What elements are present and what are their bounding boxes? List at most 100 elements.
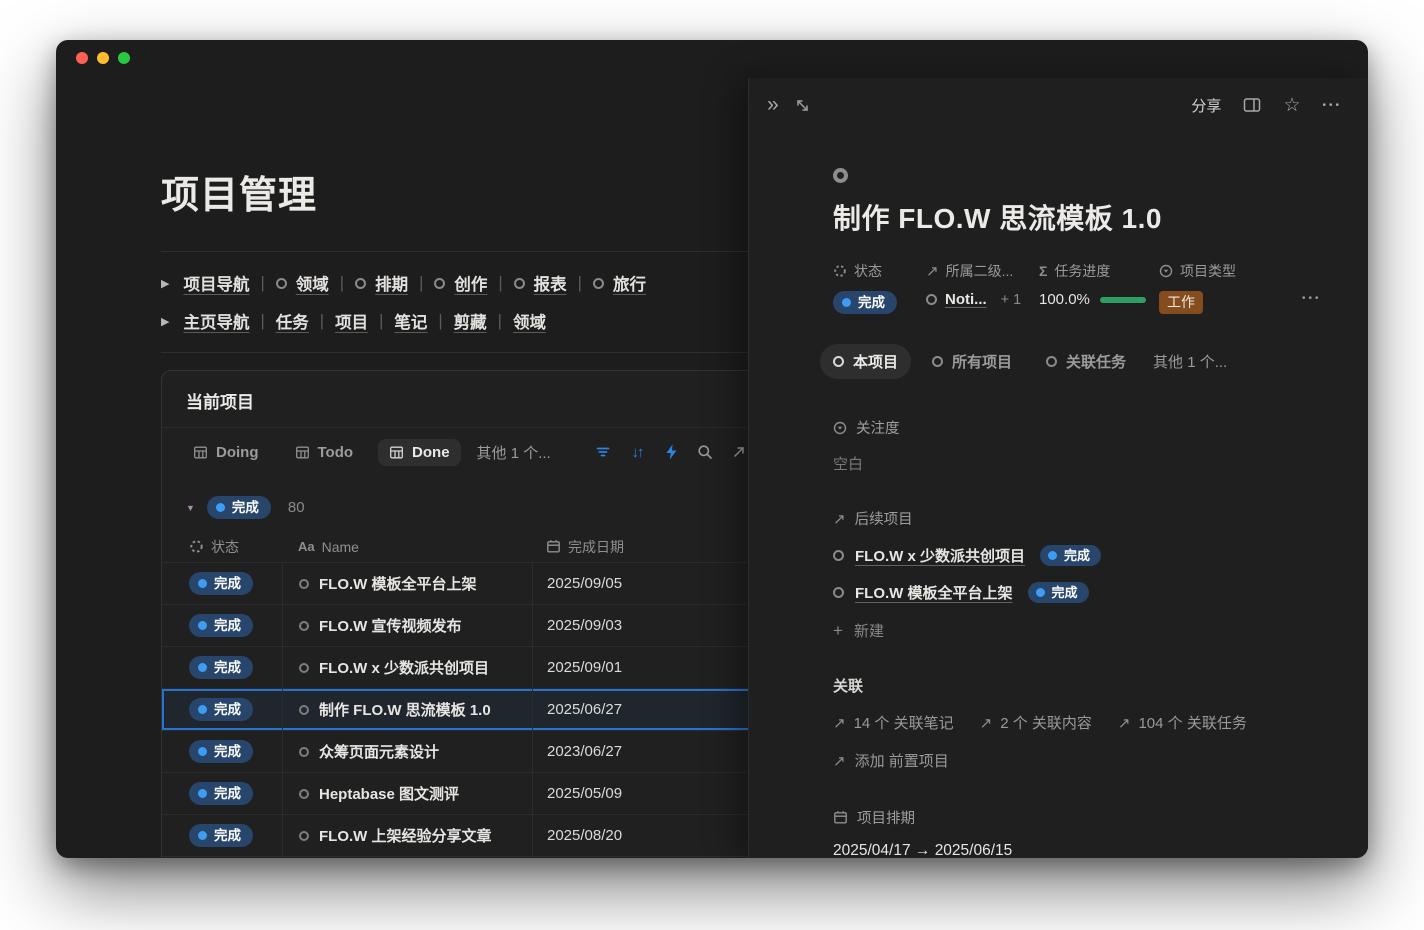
sort-icon[interactable]: ↓↑ — [628, 443, 646, 461]
table-row[interactable]: 完成 FLO.W 上架经验分享文章 2025/08/20 — [162, 815, 806, 857]
row-title[interactable]: FLO.W 模板全平台上架 — [319, 573, 477, 594]
column-header-status[interactable]: 状态 — [162, 537, 282, 557]
add-predecessor-button[interactable]: ↗ 添加 前置项目 — [833, 750, 1338, 771]
status-dot — [198, 579, 207, 588]
schedule-date-range[interactable]: 2025/04/17 → 2025/06/15 — [833, 842, 1338, 858]
table-row[interactable]: 完成 众筹页面元素设计 2023/06/27 — [162, 731, 806, 773]
status-dot — [198, 831, 207, 840]
column-header-name[interactable]: Aa Name — [282, 539, 532, 555]
table-row[interactable]: 完成 Heptabase 图文测评 2025/05/09 — [162, 773, 806, 815]
view-tab-doing[interactable]: Doing — [182, 439, 270, 466]
property-label: 任务进度 — [1054, 261, 1110, 281]
status-badge[interactable]: 完成 — [833, 291, 897, 314]
nav-link[interactable]: 创作 — [454, 271, 487, 295]
page-ring-icon — [833, 587, 844, 598]
favorite-star-icon[interactable]: ☆ — [1283, 94, 1300, 117]
peek-page-title[interactable]: 制作 FLO.W 思流模板 1.0 — [833, 197, 1338, 237]
nav-link[interactable]: 报表 — [534, 271, 567, 295]
related-notes-link[interactable]: ↗ 14 个 关联笔记 — [833, 712, 954, 733]
close-window-button[interactable] — [76, 52, 88, 64]
related-content-link[interactable]: ↗ 2 个 关联内容 — [980, 712, 1092, 733]
status-badge[interactable]: 完成 — [189, 740, 253, 763]
peek-tabs: 本项目 所有项目 关联任务 其他 1 个... — [820, 344, 1338, 379]
row-title[interactable]: FLO.W 上架经验分享文章 — [319, 825, 492, 846]
expand-database-icon[interactable] — [730, 443, 748, 461]
nav-link[interactable]: 领域 — [513, 309, 546, 333]
status-dot — [198, 789, 207, 798]
status-badge[interactable]: 完成 — [189, 824, 253, 847]
status-badge[interactable]: 完成 — [189, 656, 253, 679]
tab-all-projects[interactable]: 所有项目 — [919, 344, 1025, 379]
table-row-partial — [162, 857, 806, 858]
followup-item[interactable]: FLO.W x 少数派共创项目 完成 — [833, 545, 1338, 566]
side-peek-layout-icon[interactable] — [1243, 97, 1261, 113]
followup-item[interactable]: FLO.W 模板全平台上架 完成 — [833, 582, 1338, 603]
nav-link[interactable]: 笔记 — [394, 309, 427, 333]
nav-link-project-nav[interactable]: 项目导航 — [183, 271, 249, 295]
property-parent-relation[interactable]: ↗ 所属二级... Noti... + 1 — [926, 261, 1039, 308]
zoom-window-button[interactable] — [118, 52, 130, 64]
toggle-triangle-icon[interactable]: ▶ — [161, 277, 169, 290]
table-row[interactable]: 完成 FLO.W 宣传视频发布 2025/09/03 — [162, 605, 806, 647]
app-window: 项目管理 ▶ 项目导航 | 领域 | 排期 | 创作 | 报表 | 旅行 ▶ 主… — [56, 40, 1368, 858]
search-icon[interactable] — [696, 443, 714, 461]
followup-page-link[interactable]: FLO.W x 少数派共创项目 — [855, 545, 1025, 566]
more-options-icon[interactable]: ••• — [1322, 100, 1342, 111]
row-title[interactable]: 制作 FLO.W 思流模板 1.0 — [319, 699, 491, 720]
row-title[interactable]: 众筹页面元素设计 — [319, 741, 439, 762]
more-views-button[interactable]: 其他 1 个... — [477, 442, 551, 463]
nav-link-home-nav[interactable]: 主页导航 — [183, 309, 249, 333]
nav-link[interactable]: 排期 — [375, 271, 408, 295]
share-button[interactable]: 分享 — [1191, 95, 1221, 116]
automation-lightning-icon[interactable] — [662, 443, 680, 461]
page-ring-icon — [434, 278, 445, 289]
minimize-window-button[interactable] — [97, 52, 109, 64]
nav-link[interactable]: 领域 — [296, 271, 329, 295]
expand-page-icon[interactable] — [795, 98, 810, 113]
toggle-triangle-icon[interactable]: ▶ — [161, 315, 169, 328]
relation-page-link[interactable]: Noti... — [945, 291, 987, 308]
view-tab-todo[interactable]: Todo — [284, 439, 365, 466]
status-label: 完成 — [214, 701, 241, 718]
nav-link[interactable]: 旅行 — [613, 271, 646, 295]
schedule-label-row[interactable]: 项目排期 — [833, 807, 1338, 828]
status-dot — [1048, 551, 1057, 560]
type-tag[interactable]: 工作 — [1159, 291, 1203, 314]
more-properties-icon[interactable]: ••• — [1302, 293, 1322, 304]
property-status[interactable]: 状态 完成 — [833, 261, 926, 314]
more-tabs-button[interactable]: 其他 1 个... — [1153, 351, 1227, 372]
status-badge[interactable]: 完成 — [189, 698, 253, 721]
focus-label-row[interactable]: 关注度 — [833, 417, 1338, 438]
nav-link[interactable]: 剪藏 — [454, 309, 487, 333]
tab-related-tasks[interactable]: 关联任务 — [1033, 344, 1139, 379]
status-badge[interactable]: 完成 — [189, 782, 253, 805]
nav-link[interactable]: 任务 — [276, 309, 309, 333]
table-row-selected[interactable]: 完成 制作 FLO.W 思流模板 1.0 2025/06/27 — [162, 689, 806, 731]
filter-icon[interactable] — [594, 443, 612, 461]
table-row[interactable]: 完成 FLO.W x 少数派共创项目 2025/09/01 — [162, 647, 806, 689]
status-badge[interactable]: 完成 — [189, 572, 253, 595]
focus-empty-value[interactable]: 空白 — [833, 453, 1338, 474]
property-progress[interactable]: Σ 任务进度 100.0% — [1039, 261, 1159, 308]
status-dot — [198, 621, 207, 630]
group-status-badge[interactable]: 完成 — [207, 496, 271, 519]
row-title[interactable]: Heptabase 图文测评 — [319, 783, 459, 804]
related-tasks-link[interactable]: ↗ 104 个 关联任务 — [1118, 712, 1247, 733]
followups-label-row[interactable]: ↗ 后续项目 — [833, 508, 1338, 529]
relation-arrow-icon: ↗ — [833, 510, 846, 528]
view-tab-done[interactable]: Done — [378, 439, 461, 466]
property-type[interactable]: 项目类型 工作 — [1159, 261, 1274, 314]
status-dot — [842, 298, 851, 307]
nav-separator: | — [320, 312, 324, 331]
row-title[interactable]: FLO.W x 少数派共创项目 — [319, 657, 489, 678]
close-peek-icon[interactable]: » — [767, 96, 779, 114]
collapse-group-icon[interactable]: ▼ — [186, 503, 195, 513]
followup-page-link[interactable]: FLO.W 模板全平台上架 — [855, 582, 1013, 603]
page-ring-icon-large[interactable] — [833, 168, 848, 183]
new-followup-button[interactable]: + 新建 — [833, 620, 1338, 641]
tab-this-project[interactable]: 本项目 — [820, 344, 911, 379]
table-row[interactable]: 完成 FLO.W 模板全平台上架 2025/09/05 — [162, 563, 806, 605]
status-badge[interactable]: 完成 — [189, 614, 253, 637]
row-title[interactable]: FLO.W 宣传视频发布 — [319, 615, 462, 636]
nav-link[interactable]: 项目 — [335, 309, 368, 333]
